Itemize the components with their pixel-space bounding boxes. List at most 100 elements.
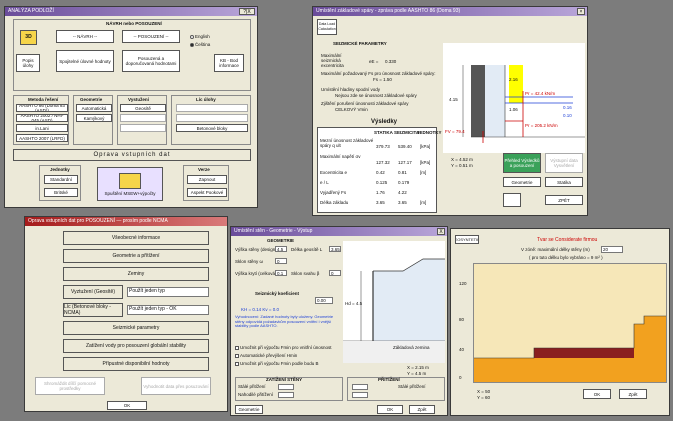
diagram-label: Pr = 205.2 kN/m [525, 123, 558, 128]
option-checkbox[interactable]: Automatické převýšení Hmin [235, 353, 297, 358]
run-label: Spuštění MSEW+výpočty [104, 190, 156, 196]
bearing-window: Umístění základové spáry - zpráva podle … [312, 6, 588, 216]
param-value: 0.330 [385, 59, 397, 64]
method-item[interactable]: AASHTO 2002 / NHI-045 (ASD) [16, 114, 68, 122]
geometry-group: Geometrie Automatická Kamýkový [73, 95, 113, 145]
y-note: Y = 60 [477, 395, 491, 400]
geometry-button[interactable]: Geometrie [503, 177, 541, 187]
field-input[interactable]: 0 [275, 258, 287, 264]
summary-button[interactable]: Přehled Výsledků a posouzení [503, 153, 541, 173]
method-item[interactable]: in.Lani [16, 124, 68, 132]
reinforcement-type-field: Použít jeden typ [127, 287, 209, 297]
row-label: Mezní únosnost základové spáry q ult [320, 138, 374, 148]
menu-facing[interactable]: Líc (Betonové bloky - NCMA) [63, 303, 123, 317]
option-checkbox[interactable]: Umožnit při výpočtu Fmin podle bodu B [235, 361, 319, 366]
lang-english-radio[interactable]: English [190, 34, 210, 39]
ok-button[interactable]: OK [377, 405, 403, 414]
version-item[interactable]: Zapnout [187, 175, 227, 184]
param-value: Fs = 1.50 [373, 77, 392, 82]
facing-item[interactable] [176, 104, 248, 112]
task-description-button[interactable]: Popis úlohy [16, 54, 40, 72]
facing-group: Líc úlohy Betonové bloky [171, 95, 251, 145]
row-static: 0.125 [376, 180, 388, 185]
ok-button[interactable]: OK [107, 401, 147, 410]
menu-general[interactable]: Všeobecné informace [63, 231, 209, 245]
seismic-input[interactable]: 0.00 [315, 297, 333, 304]
field-input[interactable]: 0 [329, 270, 341, 276]
recommended-values-button[interactable]: Posouzená a doporučovaná hodnotami [122, 50, 180, 72]
output-button[interactable]: Výstupní data Vysvětlení [545, 153, 583, 173]
report-icon[interactable] [503, 193, 521, 207]
method-item[interactable]: AASHTO 2007 (LRFD) [16, 134, 68, 142]
reinforcement-item[interactable] [120, 124, 166, 132]
back-button[interactable]: ZPĚT [545, 195, 583, 205]
menu-reinforcement[interactable]: Vyztužení (Geosítě) [63, 285, 123, 299]
aux-button[interactable]: Shromáždit dílčí pomocné prostředky [35, 377, 105, 395]
values-button[interactable]: Spojitelné úlovné hodnoty [56, 50, 114, 72]
close-icon[interactable]: × [577, 8, 585, 15]
edit-window-titlebar: Oprava vstupních dat pro POSOUZENÍ — pro… [25, 217, 227, 226]
ok-button[interactable]: OK [583, 389, 611, 399]
param-label: Maximální požadovaný Fs pro únosnost zák… [321, 71, 436, 76]
design-button[interactable]: -- NÁVRH -- [56, 30, 114, 43]
menu-geometry[interactable]: Geometrie a přítížení [63, 249, 209, 263]
geosynthetic-button[interactable]: GEOSYNTETIKA [455, 235, 479, 244]
reinforcement-item[interactable]: Geosítě [120, 104, 166, 112]
seismic-header: SEIZMICKÉ PARAMETRY [333, 41, 387, 46]
surcharge-input[interactable] [352, 392, 368, 398]
diagram-dim: 0.10 [563, 113, 572, 118]
statics-button[interactable]: Statika [545, 177, 583, 187]
length-input[interactable]: 20 [601, 246, 623, 253]
data-load-button[interactable]: Data Load Calculation [317, 19, 337, 35]
diagram-dim: Hd = 4.5 [345, 301, 363, 306]
bearing-window-title: Umístění základové spáry - zpráva podle … [316, 8, 461, 14]
row-seismic: 127.17 [398, 160, 412, 165]
param-sublabel: Nejsou zde se únosnost základové spáry [335, 93, 417, 98]
load-input[interactable] [278, 384, 294, 390]
profile-chart [473, 263, 667, 383]
load-input[interactable] [278, 392, 294, 398]
close-icon[interactable]: ?|X [239, 8, 255, 15]
col-header: STATIKA [374, 130, 393, 135]
back-button[interactable]: Zpět [409, 405, 435, 414]
project-icon[interactable]: 3D [20, 30, 37, 45]
row-label: Vyjadřený Fs [320, 190, 347, 195]
units-item[interactable]: Britské [44, 188, 78, 197]
units-item[interactable]: Standardní [44, 175, 78, 184]
field-input[interactable]: 4.5 [275, 246, 287, 252]
version-item[interactable]: Aspekt Pookové [187, 188, 227, 197]
y-tick: 80 [459, 317, 465, 322]
row-seismic: 539.40 [398, 144, 412, 149]
analysis-button[interactable]: -- POSOUZENÍ -- [122, 30, 180, 43]
method-item[interactable]: AASHTO 86 (Doma 93 (ASD)) [16, 104, 68, 112]
back-button[interactable]: Zpět [619, 389, 647, 399]
geometry-item[interactable]: Kamýkový [76, 114, 112, 122]
close-icon[interactable]: X [437, 228, 445, 235]
geometry-diagram: Hd = 4.5 Základová zemina [343, 241, 445, 363]
main-window: ANALÝZA PODLOŽÍ ?|X NÁVRH nebo POSOUZENÍ… [4, 6, 258, 208]
facing-item[interactable]: Betonové bloky [176, 124, 248, 132]
info-button[interactable]: KB - Bod informace [214, 54, 244, 72]
surcharge-input[interactable] [352, 384, 368, 390]
field-input[interactable]: 3.65 [329, 246, 341, 252]
menu-soils[interactable]: Zeminy [63, 267, 209, 281]
facing-header: Líc úlohy [196, 97, 216, 102]
evaluate-button[interactable]: Vyhodnotit data přes posuzování [141, 377, 211, 395]
geometry-item[interactable]: Automatická [76, 104, 112, 112]
facing-item[interactable] [176, 114, 248, 122]
edit-input-button[interactable]: Oprava vstupních dat [13, 149, 251, 161]
kh-label: KH = 0.14 Kv = 0.0 [241, 307, 280, 312]
menu-water[interactable]: Zatížení vody pro posouzení globální sta… [63, 339, 209, 353]
y-note: Y = 4.5 m [407, 371, 427, 376]
edit-window: Oprava vstupních dat pro POSOUZENÍ — pro… [24, 216, 228, 412]
design-group: NÁVRH nebo POSOUZENÍ 3D Popis úlohy -- N… [13, 19, 251, 91]
diagram-dim: 4.15 [449, 97, 458, 102]
run-button[interactable]: Spuštění MSEW+výpočty [97, 167, 163, 201]
field-input[interactable]: 0.1 [275, 270, 287, 276]
menu-seismic[interactable]: Seizmické parametry [63, 321, 209, 335]
reinforcement-item[interactable] [120, 114, 166, 122]
lang-czech-radio[interactable]: Čeština [190, 42, 210, 47]
menu-allowable[interactable]: Přípustné disponibilní hodnoty [63, 357, 209, 371]
geometry-button[interactable]: Geometrie [235, 405, 263, 414]
option-checkbox[interactable]: Umožnit při výpočtu Fmin pro vnitřní úno… [235, 345, 332, 350]
